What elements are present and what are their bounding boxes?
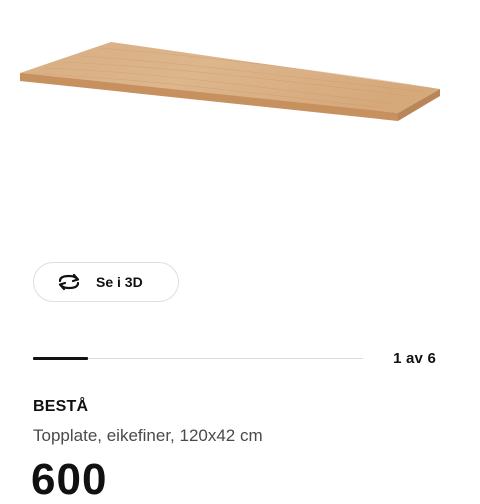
- tabletop-image: [20, 42, 440, 121]
- product-description: Topplate, eikefiner, 120x42 cm: [33, 426, 263, 445]
- view-in-3d-label: Se i 3D: [96, 274, 143, 290]
- product-image[interactable]: [0, 0, 480, 250]
- carousel-progress-fill: [33, 357, 88, 360]
- carousel-progress-bar[interactable]: [33, 357, 363, 360]
- product-price: 600: [31, 455, 108, 504]
- view-in-3d-button[interactable]: Se i 3D: [33, 262, 179, 302]
- rotate-3d-icon: [55, 272, 83, 292]
- image-page-counter: 1 av 6: [393, 350, 436, 367]
- product-name: BESTÅ: [33, 398, 89, 415]
